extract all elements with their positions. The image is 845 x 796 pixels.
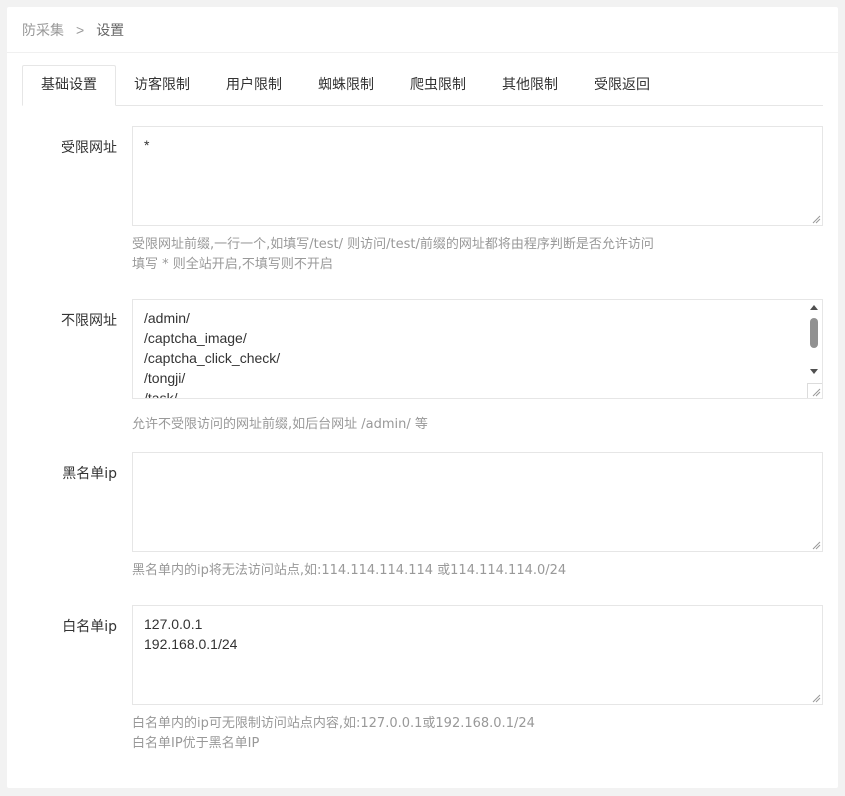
breadcrumb: 防采集 > 设置 — [7, 7, 838, 53]
scrollbar-thumb[interactable] — [810, 318, 818, 348]
whitelist-ip-hint-1: 白名单内的ip可无限制访问站点内容,如:127.0.0.1或192.168.0.… — [132, 716, 535, 731]
unrestricted-url-value: /admin/ /captcha_image/ /captcha_click_c… — [144, 310, 281, 399]
arrow-down-icon[interactable] — [810, 369, 818, 374]
unrestricted-url-hint-1: 允许不受限访问的网址前缀,如后台网址 /admin/ 等 — [132, 417, 428, 432]
unrestricted-url-textarea[interactable]: /admin/ /captcha_image/ /captcha_click_c… — [132, 299, 823, 399]
whitelist-ip-value: 127.0.0.1 192.168.0.1/24 — [144, 616, 238, 652]
tab-bar: 基础设置 访客限制 用户限制 蜘蛛限制 爬虫限制 其他限制 受限返回 — [22, 65, 823, 106]
blacklist-ip-value — [133, 453, 822, 469]
restricted-url-label: 受限网址 — [61, 140, 117, 156]
restricted-url-hint-2: 填写 * 则全站开启,不填写则不开启 — [132, 257, 333, 272]
resize-grip-icon[interactable] — [811, 387, 821, 397]
arrow-up-icon[interactable] — [810, 305, 818, 310]
tab-spider-limit[interactable]: 蜘蛛限制 — [300, 65, 392, 105]
settings-card: 防采集 > 设置 基础设置 访客限制 用户限制 蜘蛛限制 爬虫限制 其他限制 受… — [7, 7, 838, 788]
whitelist-ip-label: 白名单ip — [62, 619, 117, 635]
restricted-url-value: * — [144, 137, 150, 153]
breadcrumb-root[interactable]: 防采集 — [22, 20, 64, 40]
restricted-url-hint-1: 受限网址前缀,一行一个,如填写/test/ 则访问/test/前缀的网址都将由程… — [132, 237, 654, 252]
restricted-url-textarea[interactable]: * — [132, 126, 823, 226]
resize-grip-icon[interactable] — [811, 214, 821, 224]
tab-crawler-limit[interactable]: 爬虫限制 — [392, 65, 484, 105]
resize-grip-icon[interactable] — [811, 693, 821, 703]
tab-restricted-return[interactable]: 受限返回 — [576, 65, 668, 105]
unrestricted-url-label: 不限网址 — [61, 313, 117, 329]
breadcrumb-current: 设置 — [96, 22, 125, 39]
breadcrumb-separator: > — [76, 21, 85, 38]
whitelist-ip-textarea[interactable]: 127.0.0.1 192.168.0.1/24 — [132, 605, 823, 705]
blacklist-ip-label: 黑名单ip — [62, 466, 117, 482]
textarea-scrollbar[interactable] — [807, 300, 822, 384]
tab-basic-settings[interactable]: 基础设置 — [22, 65, 116, 106]
blacklist-ip-textarea[interactable] — [132, 452, 823, 552]
tab-visitor-limit[interactable]: 访客限制 — [116, 65, 208, 105]
tab-user-limit[interactable]: 用户限制 — [208, 65, 300, 105]
tab-other-limit[interactable]: 其他限制 — [484, 65, 576, 105]
whitelist-ip-hint-2: 白名单IP优于黑名单IP — [132, 736, 260, 751]
blacklist-ip-hint-1: 黑名单内的ip将无法访问站点,如:114.114.114.114 或114.11… — [132, 563, 567, 578]
resize-grip-icon[interactable] — [811, 540, 821, 550]
